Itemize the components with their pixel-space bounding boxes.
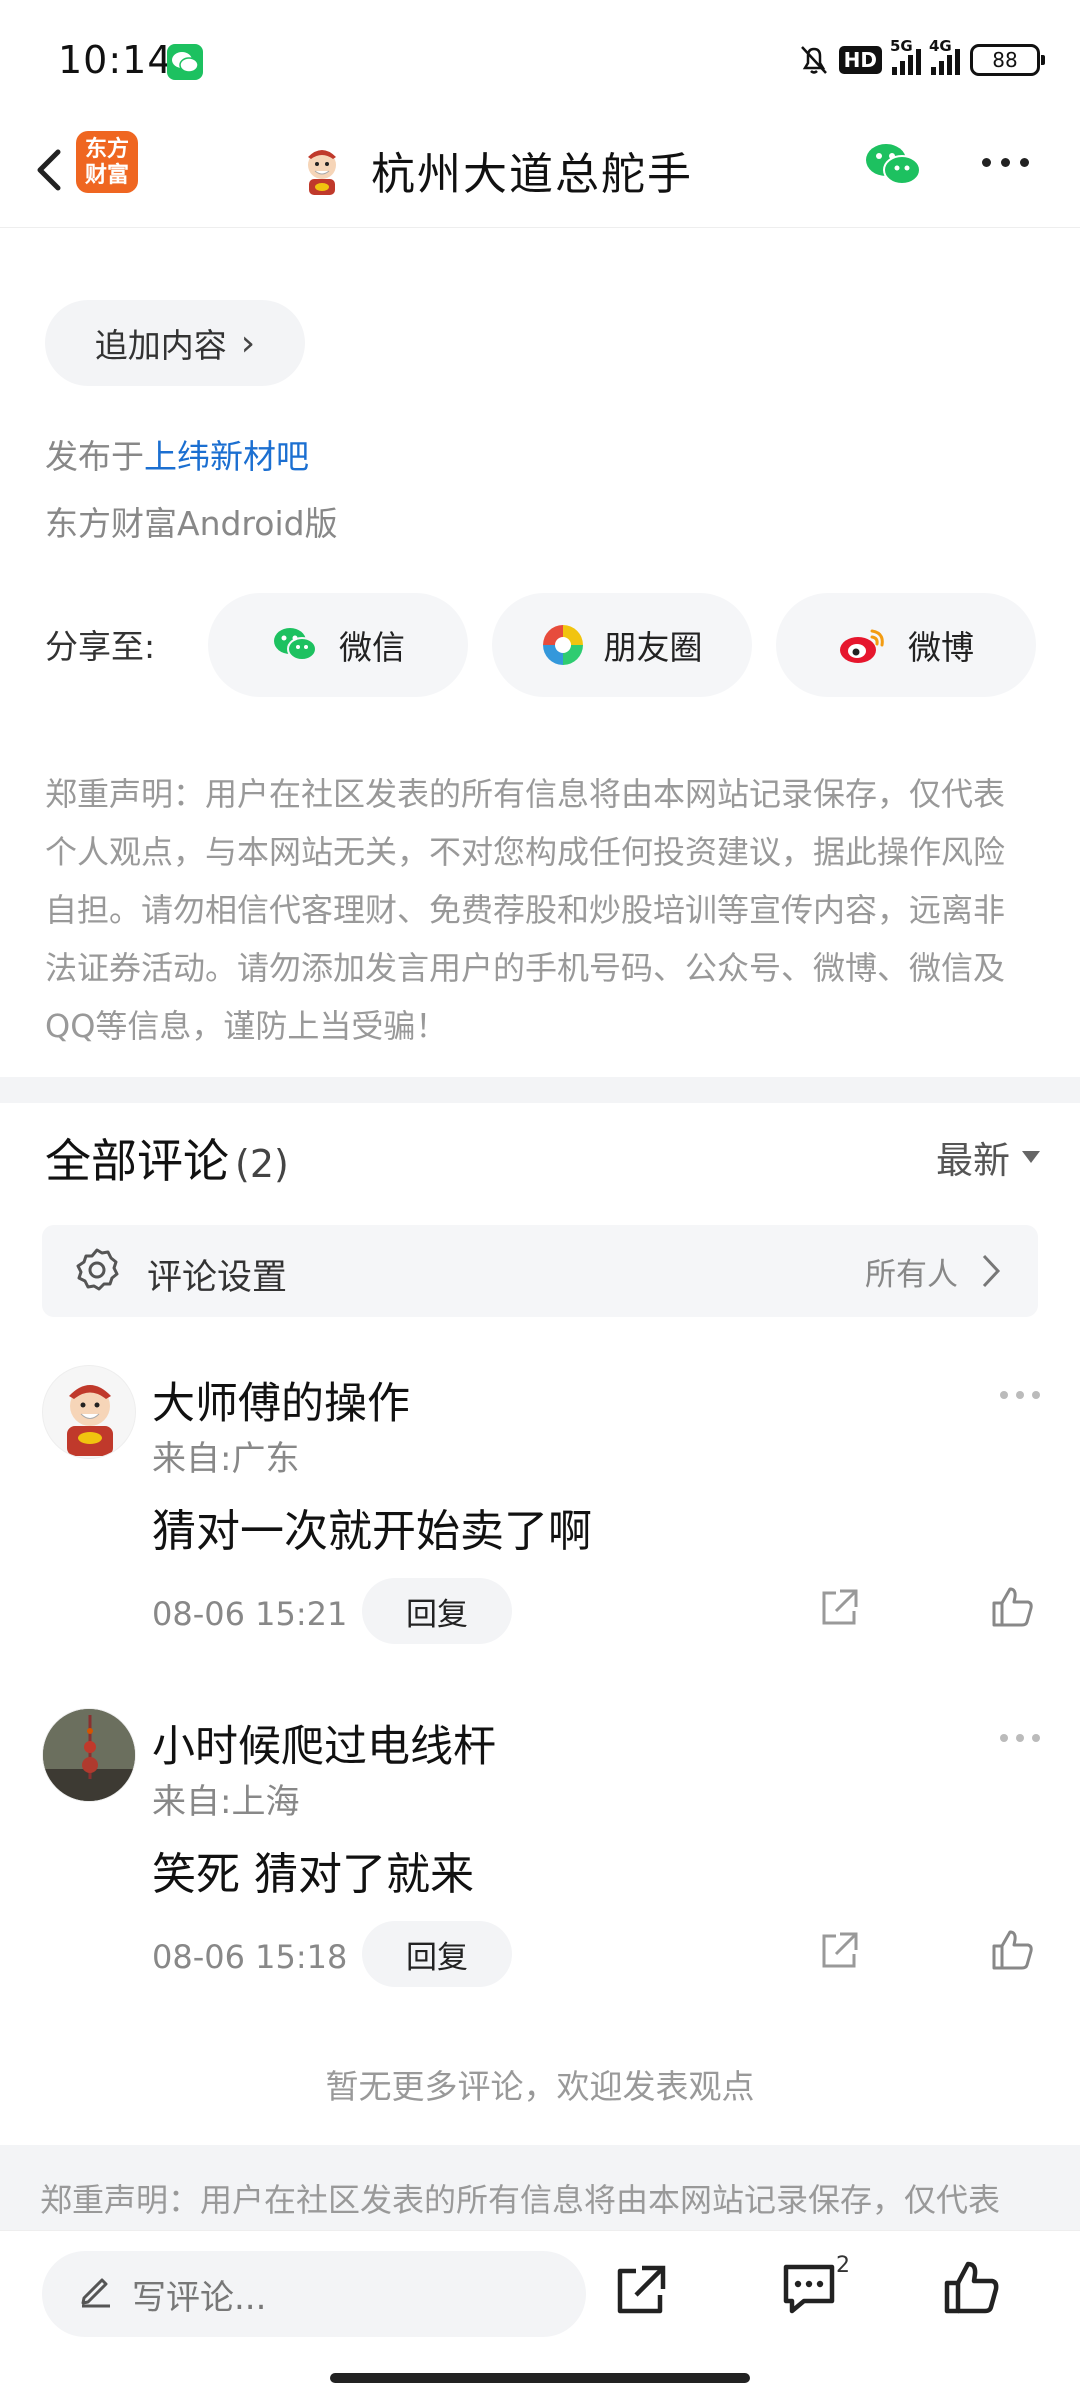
client-info: 东方财富Android版 <box>45 504 338 543</box>
share-moments-button[interactable]: 朋友圈 <box>492 593 752 697</box>
add-content-button[interactable]: 追加内容 › <box>45 300 305 386</box>
commenter-name[interactable]: 大师傅的操作 <box>152 1369 410 1431</box>
thumbs-up-icon[interactable] <box>942 2259 1000 2321</box>
commenter-name[interactable]: 小时候爬过电线杆 <box>152 1712 496 1774</box>
top-nav-bar: 东方 财富 杭州大道总舵手 <box>0 118 1080 228</box>
weibo-icon <box>838 625 888 665</box>
share-wechat-button[interactable]: 微信 <box>208 593 468 697</box>
share-weibo-button[interactable]: 微博 <box>776 593 1036 697</box>
comment-count-badge: 2 <box>836 2253 850 2278</box>
commenter-avatar[interactable] <box>42 1708 136 1802</box>
no-more-comments: 暂无更多评论，欢迎发表观点 <box>325 2067 755 2106</box>
thumbs-up-icon[interactable] <box>990 1585 1034 1633</box>
share-icon[interactable] <box>612 2263 668 2323</box>
reply-button[interactable]: 回复 <box>362 1578 512 1644</box>
comment-more-icon[interactable] <box>1000 1734 1040 1742</box>
write-comment-input[interactable]: 写评论... <box>42 2251 586 2337</box>
comment-settings-row[interactable]: 评论设置 所有人 <box>42 1225 1038 1317</box>
share-icon[interactable] <box>818 1930 860 1976</box>
signal-5g-icon: 5G <box>890 37 921 75</box>
author-header[interactable]: 杭州大道总舵手 <box>295 138 693 202</box>
chevron-right-icon: › <box>240 322 256 364</box>
chevron-right-icon <box>980 1253 1002 1293</box>
pencil-icon <box>78 2272 114 2317</box>
home-indicator[interactable] <box>330 2373 750 2383</box>
status-icons: HD 5G 4G 88 <box>799 37 1045 80</box>
disclaimer-text: 郑重声明：用户在社区发表的所有信息将由本网站记录保存，仅代表个人观点，与本网站无… <box>45 775 1006 1045</box>
commenter-location: 来自:广东 <box>152 1439 300 1479</box>
bottom-action-bar: 写评论... 2 <box>0 2230 1080 2400</box>
wechat-icon <box>271 625 319 665</box>
comment-time: 08-06 15:18 <box>152 1938 348 1976</box>
battery-icon: 88 <box>970 44 1045 76</box>
board-link[interactable]: 上纬新材吧 <box>144 437 309 476</box>
share-label: 分享至: <box>45 627 156 666</box>
signal-4g-icon: 4G <box>929 37 960 75</box>
moments-icon <box>542 624 584 666</box>
caret-down-icon <box>1022 1151 1040 1163</box>
share-icon[interactable] <box>818 1587 860 1633</box>
author-avatar[interactable] <box>295 143 349 197</box>
back-icon[interactable] <box>22 140 82 200</box>
commenter-location: 来自:上海 <box>152 1782 300 1822</box>
comment-icon[interactable] <box>780 2261 838 2321</box>
comment-time: 08-06 15:21 <box>152 1595 348 1633</box>
comment-settings-value: 所有人 <box>865 1257 958 1293</box>
comment-item: 大师傅的操作 来自:广东 猜对一次就开始卖了啊 08-06 15:21 回复 <box>0 1365 1080 1695</box>
posted-in-line: 发布于上纬新材吧 <box>45 437 309 476</box>
comment-settings-label: 评论设置 <box>147 1258 288 1298</box>
mute-bell-icon <box>799 44 829 76</box>
section-divider <box>0 1077 1080 1103</box>
comment-text: 猜对一次就开始卖了啊 <box>152 1506 592 1557</box>
comments-count: (2) <box>235 1142 289 1186</box>
bottom-disclaimer-text: 郑重声明：用户在社区发表的所有信息将由本网站记录保存，仅代表 <box>40 2181 1001 2219</box>
comment-item: 小时候爬过电线杆 来自:上海 笑死 猜对了就来 08-06 15:18 回复 <box>0 1708 1080 2038</box>
gear-icon <box>74 1247 120 1297</box>
comment-text: 笑死 猜对了就来 <box>152 1849 474 1900</box>
wechat-notification-icon <box>167 44 203 80</box>
app-logo[interactable]: 东方 财富 <box>76 131 138 193</box>
comment-more-icon[interactable] <box>1000 1391 1040 1399</box>
more-options-icon[interactable] <box>982 158 1029 167</box>
wechat-share-icon[interactable] <box>862 138 924 192</box>
status-bar: 10:14 HD 5G 4G 88 <box>0 0 1080 118</box>
comments-title: 全部评论 (2) <box>45 1134 289 1188</box>
status-time: 10:14 <box>58 38 173 82</box>
reply-button[interactable]: 回复 <box>362 1921 512 1987</box>
commenter-avatar[interactable] <box>42 1365 136 1459</box>
header-title: 杭州大道总舵手 <box>371 149 693 200</box>
hd-badge: HD <box>838 46 882 74</box>
sort-dropdown[interactable]: 最新 <box>936 1130 1040 1184</box>
thumbs-up-icon[interactable] <box>990 1928 1034 1976</box>
